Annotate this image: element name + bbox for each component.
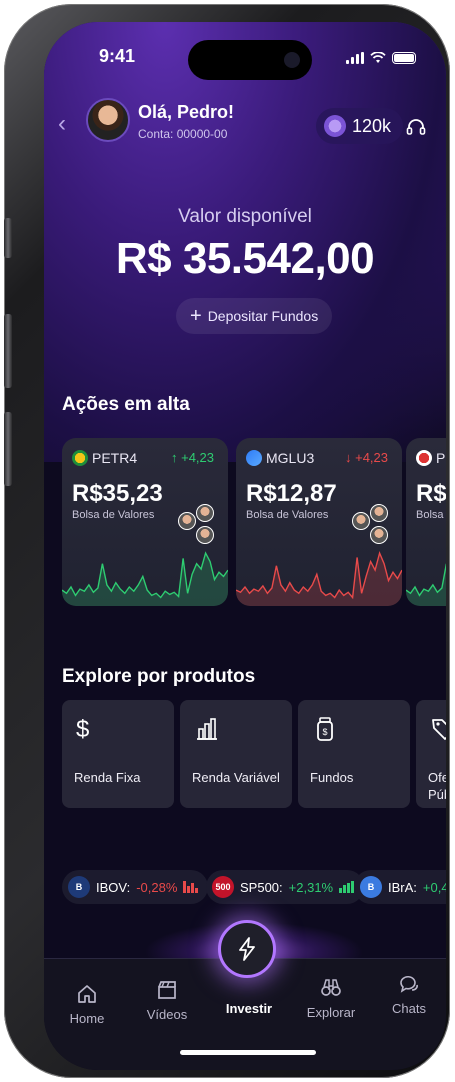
trending-title: Ações em alta: [62, 394, 190, 415]
battery-icon: [392, 52, 416, 64]
nav-label: Explorar: [306, 1005, 356, 1020]
nav-label: Investir: [225, 1001, 273, 1016]
coins-badge[interactable]: 120k: [316, 108, 404, 144]
product-card-fundos[interactable]: $ Fundos: [298, 700, 410, 808]
coin-icon: [324, 115, 346, 137]
stock-ticker: PETR4: [92, 450, 138, 466]
stock-change: ↓ +4,23: [344, 450, 388, 465]
deposit-funds-button[interactable]: + Depositar Fundos: [176, 298, 333, 334]
product-card-renda-fixa[interactable]: $ Renda Fixa: [62, 700, 174, 808]
nav-item-videos[interactable]: Vídeos: [132, 979, 202, 1022]
product-card-ofertas-publicas[interactable]: Ofertas Públicas: [416, 700, 446, 808]
sp500-logo-icon: 500: [212, 876, 234, 898]
stock-exchange: Bolsa de Valores: [246, 509, 329, 521]
up-bars-icon: [339, 881, 355, 893]
tag-icon: [432, 719, 446, 740]
sparkline: [406, 563, 446, 606]
balance-value: R$ 35.542,00: [115, 234, 375, 283]
home-icon: [78, 985, 96, 1003]
product-card-renda-variavel[interactable]: Renda Variável: [180, 700, 292, 808]
bar-chart-icon: [197, 718, 217, 740]
index-name: SP500:: [240, 879, 283, 895]
stock-change: ↑ +4,23: [170, 450, 214, 465]
index-ticker-sp500[interactable]: 500 SP500: +2,31%: [206, 870, 365, 904]
back-chevron-icon[interactable]: ‹: [58, 110, 66, 138]
b3-logo-icon: B: [360, 876, 382, 898]
stock-ticker: PETR4: [436, 450, 446, 466]
stock-price: R$3: [416, 480, 446, 507]
avatar: [196, 504, 214, 522]
camera-icon: [284, 52, 300, 68]
b3-logo-icon: B: [68, 876, 90, 898]
svg-text:$: $: [322, 727, 327, 737]
nav-item-home[interactable]: Home: [52, 983, 122, 1026]
phone-frame: 9:41 ‹ Olá, Pedro! Conta: 00000-00 120k …: [4, 4, 450, 1078]
product-label: Renda Fixa: [74, 770, 141, 785]
avatar: [352, 512, 370, 530]
stock-exchange: Bolsa de Valores: [72, 509, 155, 521]
dynamic-island: [188, 40, 312, 80]
lightning-icon: [239, 937, 255, 961]
nav-item-investir[interactable]: Investir: [214, 1001, 284, 1016]
index-value: +0,43: [422, 879, 446, 895]
invest-fab-button[interactable]: [218, 920, 276, 978]
stock-card[interactable]: MGLU3 ↓ +4,23 R$12,87 Bolsa de Valores: [236, 438, 402, 606]
stock-ticker: MGLU3: [266, 450, 315, 466]
product-label: Ofertas Públicas: [428, 770, 446, 802]
nav-label: Home: [69, 1011, 105, 1026]
products-title: Explore por produtos: [62, 666, 256, 687]
sparkline-area: [406, 565, 446, 606]
wifi-icon: [370, 52, 386, 63]
chat-bubbles-icon: [400, 975, 418, 993]
volume-down-button: [4, 412, 12, 486]
index-value: +2,31%: [288, 879, 334, 895]
stock-card[interactable]: PETR4 R$3 Bolsa de Valores: [406, 438, 446, 606]
sparkline: [62, 551, 228, 606]
balance-label: Valor disponível: [178, 206, 312, 227]
binoculars-icon: [321, 979, 341, 996]
nav-item-explorar[interactable]: Explorar: [296, 977, 366, 1020]
sparkline-line: [406, 563, 446, 597]
product-label: Fundos: [310, 770, 354, 785]
petrobras-logo-icon: [72, 450, 88, 466]
fund-jar-icon: $: [317, 717, 333, 741]
coins-value: 120k: [352, 115, 392, 136]
status-time: 9:41: [99, 46, 136, 66]
sparkline: [236, 550, 402, 606]
nav-label: Vídeos: [146, 1007, 188, 1022]
index-name: IBOV:: [96, 879, 131, 895]
stock-exchange: Bolsa de Valores: [416, 509, 446, 521]
screen: 9:41 ‹ Olá, Pedro! Conta: 00000-00 120k …: [44, 22, 446, 1070]
action-button: [4, 218, 12, 258]
avatar[interactable]: [86, 98, 130, 142]
avatar: [370, 504, 388, 522]
product-label: Renda Variável: [192, 770, 280, 785]
status-icons: [346, 52, 416, 64]
home-indicator[interactable]: [180, 1050, 316, 1055]
greeting: Olá, Pedro!: [138, 102, 235, 122]
stock-price: R$35,23: [72, 480, 163, 507]
plus-icon: +: [190, 305, 202, 327]
account-number: Conta: 00000-00: [138, 127, 228, 141]
avatar: [178, 512, 196, 530]
stock-card[interactable]: PETR4 ↑ +4,23 R$35,23 Bolsa de Valores: [62, 438, 228, 606]
volume-up-button: [4, 314, 12, 388]
petrobras-logo-icon: [416, 450, 432, 466]
index-ticker-ibov[interactable]: B IBOV: -0,28%: [62, 870, 209, 904]
deposit-label: Depositar Fundos: [207, 308, 319, 324]
index-name: IBrA:: [388, 879, 417, 895]
clapperboard-icon: [158, 981, 176, 999]
stock-price: R$12,87: [246, 480, 337, 507]
down-bars-icon: [183, 881, 199, 893]
dollar-icon: $: [76, 716, 90, 743]
index-value: -0,28%: [136, 879, 178, 895]
nav-label: Chats: [392, 1001, 426, 1016]
nav-item-chats[interactable]: Chats: [374, 973, 444, 1016]
index-ticker-ibra[interactable]: B IBrA: +0,43: [354, 870, 446, 904]
magalu-logo-icon: [246, 450, 262, 466]
signal-icon: [346, 52, 364, 64]
headset-icon[interactable]: [406, 118, 426, 136]
